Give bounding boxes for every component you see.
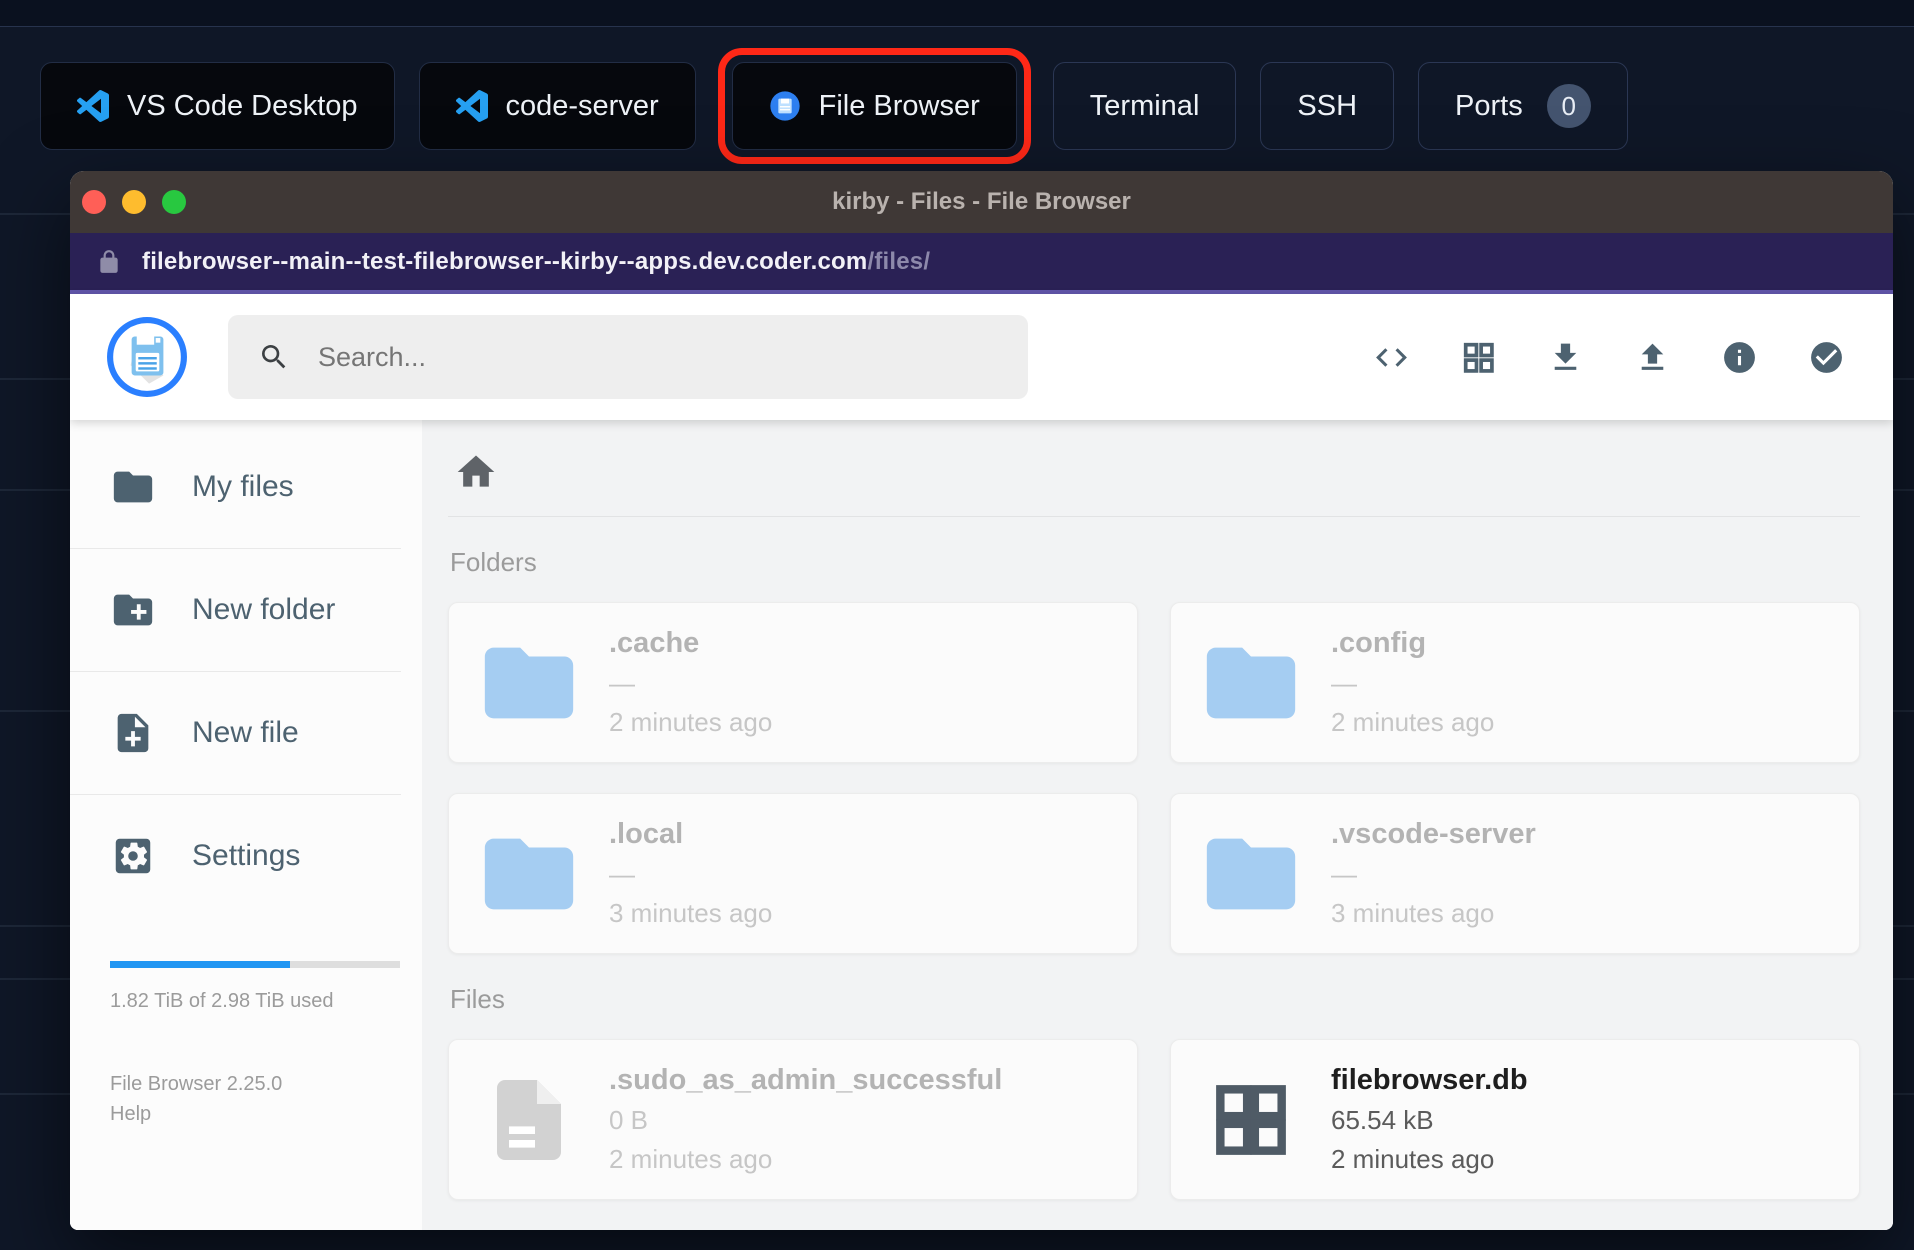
storage-usage-text: 1.82 TiB of 2.98 TiB used xyxy=(110,990,334,1012)
folders-grid: .cache — 2 minutes ago .config — 2 minut xyxy=(448,602,1860,954)
folders-section-label: Folders xyxy=(450,547,537,577)
code-server-label: code-server xyxy=(505,89,659,122)
sidebar-item-new-file[interactable]: New file xyxy=(70,672,422,794)
header-actions xyxy=(1373,339,1845,376)
sidebar-item-my-files[interactable]: My files xyxy=(70,426,422,548)
upload-icon[interactable] xyxy=(1634,339,1671,376)
file-icon xyxy=(449,1072,609,1168)
database-grid-icon xyxy=(1171,1074,1331,1166)
search-bar[interactable] xyxy=(228,315,1028,399)
storage-usage: 1.82 TiB of 2.98 TiB used xyxy=(110,961,400,1013)
top-strip xyxy=(0,0,1914,27)
workspace-toolbar: VS Code Desktop code-server File Browser… xyxy=(40,48,1874,164)
app-body: My files New folder New file Settings 1.… xyxy=(70,420,1893,1230)
ports-count-badge: 0 xyxy=(1546,84,1591,128)
download-icon[interactable] xyxy=(1547,339,1584,376)
folder-icon xyxy=(1171,821,1331,927)
item-name: .local xyxy=(609,818,684,850)
sidebar-item-label: New folder xyxy=(192,593,336,626)
vscode-icon xyxy=(455,90,488,122)
gear-icon xyxy=(115,838,151,874)
desktop-background: VS Code Desktop code-server File Browser… xyxy=(0,0,1914,1250)
folder-card-config[interactable]: .config — 2 minutes ago xyxy=(1170,602,1860,763)
sidebar: My files New folder New file Settings 1.… xyxy=(70,420,422,1230)
window-title: kirby - Files - File Browser xyxy=(832,188,1131,215)
search-icon xyxy=(261,344,286,369)
item-name: .sudo_as_admin_successful xyxy=(609,1064,1003,1096)
file-card-sudo[interactable]: .sudo_as_admin_successful 0 B 2 minutes … xyxy=(448,1039,1138,1200)
item-modified-time: 3 minutes ago xyxy=(1331,898,1495,928)
file-browser-label: File Browser xyxy=(818,89,980,122)
home-icon[interactable] xyxy=(454,450,498,494)
item-size: 0 B xyxy=(609,1105,649,1135)
item-size: — xyxy=(1331,668,1357,698)
item-size: — xyxy=(609,859,635,889)
item-name: .config xyxy=(1331,627,1427,659)
window-titlebar[interactable]: kirby - Files - File Browser xyxy=(70,171,1893,233)
folder-icon xyxy=(449,821,609,927)
breadcrumb xyxy=(448,446,1860,516)
new-file-icon xyxy=(117,713,149,753)
ssh-label: SSH xyxy=(1297,89,1358,122)
storage-progress-track xyxy=(110,961,400,968)
code-view-icon[interactable] xyxy=(1373,339,1410,376)
lock-icon xyxy=(100,249,118,273)
item-size: — xyxy=(609,668,635,698)
item-name: filebrowser.db xyxy=(1331,1064,1528,1096)
filebrowser-header xyxy=(70,294,1893,420)
browser-url-bar[interactable]: filebrowser--main--test-filebrowser--kir… xyxy=(70,233,1893,294)
sidebar-item-settings[interactable]: Settings xyxy=(70,795,422,917)
ssh-button[interactable]: SSH xyxy=(1260,62,1395,150)
item-modified-time: 2 minutes ago xyxy=(609,707,773,737)
file-browser-button[interactable]: File Browser xyxy=(731,62,1017,150)
vscode-desktop-label: VS Code Desktop xyxy=(127,89,358,122)
sidebar-item-label: Settings xyxy=(192,839,301,872)
item-name: .cache xyxy=(609,627,700,659)
browser-window: kirby - Files - File Browser filebrowser… xyxy=(70,171,1893,1230)
folder-icon xyxy=(449,630,609,736)
item-size: — xyxy=(1331,859,1357,889)
folder-card-local[interactable]: .local — 3 minutes ago xyxy=(448,793,1138,954)
grid-view-icon[interactable] xyxy=(1460,339,1497,376)
ports-label: Ports xyxy=(1455,89,1523,122)
filebrowser-icon xyxy=(769,90,801,122)
file-card-filebrowser-db[interactable]: filebrowser.db 65.54 kB 2 minutes ago xyxy=(1170,1039,1860,1200)
ports-button[interactable]: Ports 0 xyxy=(1418,62,1628,150)
select-check-icon[interactable] xyxy=(1808,339,1845,376)
item-modified-time: 2 minutes ago xyxy=(1331,707,1495,737)
storage-progress-fill xyxy=(110,961,290,968)
red-annotation-circle: File Browser xyxy=(717,48,1031,164)
url-domain: filebrowser--main--test-filebrowser--kir… xyxy=(142,247,868,275)
filebrowser-logo[interactable] xyxy=(106,316,188,398)
app-version-text: File Browser 2.25.0 xyxy=(110,1073,283,1095)
folder-icon xyxy=(113,471,153,503)
item-name: .vscode-server xyxy=(1331,818,1536,850)
terminal-label: Terminal xyxy=(1089,89,1200,122)
files-grid: .sudo_as_admin_successful 0 B 2 minutes … xyxy=(448,1039,1860,1200)
code-server-button[interactable]: code-server xyxy=(418,62,696,150)
item-modified-time: 2 minutes ago xyxy=(609,1144,773,1174)
terminal-button[interactable]: Terminal xyxy=(1052,62,1237,150)
folder-card-cache[interactable]: .cache — 2 minutes ago xyxy=(448,602,1138,763)
sidebar-item-label: New file xyxy=(192,716,299,749)
info-icon[interactable] xyxy=(1721,339,1758,376)
vscode-desktop-button[interactable]: VS Code Desktop xyxy=(40,62,395,150)
breadcrumb-divider xyxy=(448,516,1860,517)
sidebar-item-label: My files xyxy=(192,470,294,503)
folder-icon xyxy=(1171,630,1331,736)
sidebar-item-new-folder[interactable]: New folder xyxy=(70,549,422,671)
item-modified-time: 3 minutes ago xyxy=(609,898,773,928)
files-section-label: Files xyxy=(450,984,505,1014)
file-listing: Folders .cache — 2 minutes ago .config —… xyxy=(422,420,1893,1230)
item-modified-time: 2 minutes ago xyxy=(1331,1144,1495,1174)
folder-card-vscode-server[interactable]: .vscode-server — 3 minutes ago xyxy=(1170,793,1860,954)
vscode-icon xyxy=(77,90,109,122)
help-link[interactable]: Help xyxy=(110,1099,422,1129)
url-text: filebrowser--main--test-filebrowser--kir… xyxy=(142,248,930,276)
url-path: /files/ xyxy=(867,247,931,275)
item-size: 65.54 kB xyxy=(1331,1105,1434,1135)
new-folder-icon xyxy=(113,594,153,626)
search-input[interactable] xyxy=(318,341,998,373)
